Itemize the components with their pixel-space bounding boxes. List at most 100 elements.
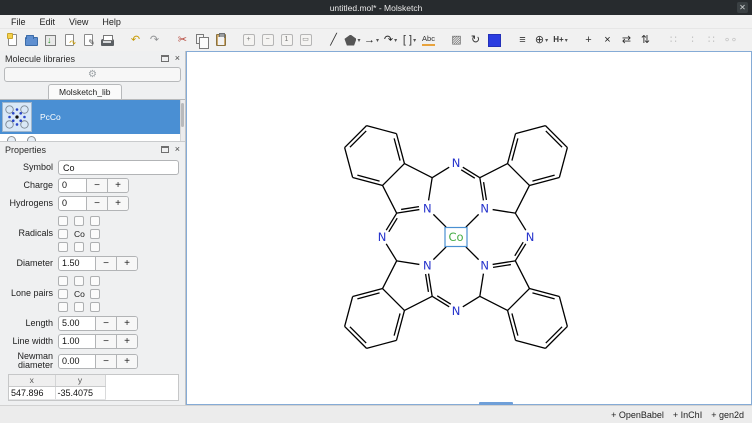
diameter-increment-button[interactable]: + xyxy=(116,257,137,270)
lone-pair-checkbox[interactable] xyxy=(90,289,100,299)
delete-tool-button[interactable]: × xyxy=(598,31,617,49)
flip-vertical-button[interactable]: ⇅ xyxy=(636,31,655,49)
float-panel-icon[interactable] xyxy=(161,146,169,153)
zoom-out-button[interactable]: − xyxy=(258,31,277,49)
mask-tool-button[interactable]: ▨ xyxy=(447,31,466,49)
drawing-canvas[interactable]: N N N N N N N N Co xyxy=(186,51,752,405)
save-as-icon xyxy=(65,34,74,46)
lone-pair-checkbox[interactable] xyxy=(58,302,68,312)
float-panel-icon[interactable] xyxy=(161,55,169,62)
menubar: File Edit View Help xyxy=(0,15,752,29)
tab-molsketch-lib[interactable]: Molsketch_lib xyxy=(48,84,122,99)
text-tool-button[interactable]: Abc xyxy=(419,31,438,49)
close-icon[interactable]: ✕ xyxy=(737,2,748,13)
open-file-button[interactable] xyxy=(22,31,41,49)
line-width-value[interactable]: 1.00 xyxy=(59,335,95,348)
hydrogens-value[interactable]: 0 xyxy=(59,197,86,210)
radical-checkbox[interactable] xyxy=(90,229,100,239)
menu-edit[interactable]: Edit xyxy=(33,17,63,27)
copy-button[interactable] xyxy=(192,31,211,49)
close-panel-icon[interactable]: × xyxy=(175,54,180,63)
diameter-decrement-button[interactable]: − xyxy=(95,257,116,270)
print-button[interactable] xyxy=(98,31,117,49)
new-file-button[interactable] xyxy=(3,31,22,49)
line-width-button[interactable]: ≡ xyxy=(513,31,532,49)
arrow-tool-button[interactable]: →▾ xyxy=(362,31,381,49)
coord-x-cell[interactable]: 547.896 xyxy=(9,386,55,399)
lone-pair-checkbox[interactable] xyxy=(74,276,84,286)
menu-file[interactable]: File xyxy=(4,17,33,27)
library-item-next-partial[interactable] xyxy=(0,134,185,141)
arrow-tool-icon: → xyxy=(364,35,375,46)
length-value[interactable]: 5.00 xyxy=(59,317,95,330)
rotate-tool-button[interactable]: ↻ xyxy=(466,31,485,49)
charge-increment-button[interactable]: + xyxy=(107,179,128,192)
radical-checkbox[interactable] xyxy=(74,216,84,226)
nitrogen-label[interactable]: N xyxy=(378,230,387,244)
mechanism-arrow-tool-button[interactable]: ↷▾ xyxy=(381,31,400,49)
flip-horizontal-button[interactable]: ⇄ xyxy=(617,31,636,49)
newman-diameter-increment-button[interactable]: + xyxy=(116,355,137,368)
radical-checkbox[interactable] xyxy=(58,216,68,226)
color-swatch-button[interactable] xyxy=(485,31,504,49)
lone-pair-checkbox[interactable] xyxy=(58,289,68,299)
lone-pair-checkbox[interactable] xyxy=(74,302,84,312)
redo-button[interactable]: ↷ xyxy=(145,31,164,49)
export-button[interactable] xyxy=(79,31,98,49)
radical-checkbox[interactable] xyxy=(58,229,68,239)
coord-y-cell[interactable]: -35.4075 xyxy=(55,386,105,399)
library-item-pcco[interactable]: PcCo xyxy=(0,100,185,134)
menu-help[interactable]: Help xyxy=(95,17,128,27)
newman-diameter-decrement-button[interactable]: − xyxy=(95,355,116,368)
radical-checkbox[interactable] xyxy=(90,216,100,226)
radical-checkbox[interactable] xyxy=(90,242,100,252)
undo-button[interactable]: ↶ xyxy=(126,31,145,49)
app-window: untitled.mol* - Molsketch ✕ File Edit Vi… xyxy=(0,0,752,423)
nitrogen-label[interactable]: N xyxy=(423,201,432,215)
lone-pair-checkbox[interactable] xyxy=(90,302,100,312)
ring-tool-button[interactable]: ▾ xyxy=(343,31,362,49)
menu-view[interactable]: View xyxy=(62,17,95,27)
close-panel-icon[interactable]: × xyxy=(175,145,180,154)
zoom-original-button[interactable]: 1 xyxy=(277,31,296,49)
library-settings-button[interactable]: ⚙ xyxy=(4,67,181,82)
nitrogen-label[interactable]: N xyxy=(526,230,535,244)
charge-decrement-button[interactable]: − xyxy=(86,179,107,192)
paste-button[interactable] xyxy=(211,31,230,49)
hydrogens-decrement-button[interactable]: − xyxy=(86,197,107,210)
charge-tool-button[interactable]: ⊕▾ xyxy=(532,31,551,49)
draw-tool-button[interactable]: ╱ xyxy=(324,31,343,49)
newman-diameter-value[interactable]: 0.00 xyxy=(59,355,95,368)
radical-checkbox[interactable] xyxy=(58,242,68,252)
length-increment-button[interactable]: + xyxy=(116,317,137,330)
charge-value[interactable]: 0 xyxy=(59,179,86,192)
bracket-tool-button[interactable]: [ ]▾ xyxy=(400,31,419,49)
zoom-fit-button[interactable]: ▭ xyxy=(296,31,315,49)
export-icon xyxy=(84,34,93,46)
lone-pair-checkbox[interactable] xyxy=(90,276,100,286)
cut-button[interactable]: ✂ xyxy=(173,31,192,49)
library-scrollbar[interactable] xyxy=(180,100,185,141)
save-as-button[interactable] xyxy=(60,31,79,49)
canvas-hscrollbar-thumb[interactable] xyxy=(479,402,513,405)
hydrogens-increment-button[interactable]: + xyxy=(107,197,128,210)
zoom-in-button[interactable]: + xyxy=(239,31,258,49)
symbol-input[interactable]: Co xyxy=(58,160,179,175)
diameter-value[interactable]: 1.50 xyxy=(59,257,95,270)
cobalt-label[interactable]: Co xyxy=(448,230,463,244)
move-tool-button[interactable]: + xyxy=(579,31,598,49)
lone-pair-checkbox[interactable] xyxy=(58,276,68,286)
line-width-decrement-button[interactable]: − xyxy=(95,335,116,348)
zoom-original-icon: 1 xyxy=(281,34,293,46)
radical-checkbox[interactable] xyxy=(74,242,84,252)
nitrogen-label[interactable]: N xyxy=(423,259,432,273)
save-button[interactable] xyxy=(41,31,60,49)
nitrogen-label[interactable]: N xyxy=(452,156,461,170)
nitrogen-label[interactable]: N xyxy=(480,259,489,273)
length-decrement-button[interactable]: − xyxy=(95,317,116,330)
nitrogen-label[interactable]: N xyxy=(452,304,461,318)
nitrogen-label[interactable]: N xyxy=(480,201,489,215)
line-width-increment-button[interactable]: + xyxy=(116,335,137,348)
hydrogen-tool-button[interactable]: H+▾ xyxy=(551,31,570,49)
library-scrollbar-thumb[interactable] xyxy=(181,103,184,127)
